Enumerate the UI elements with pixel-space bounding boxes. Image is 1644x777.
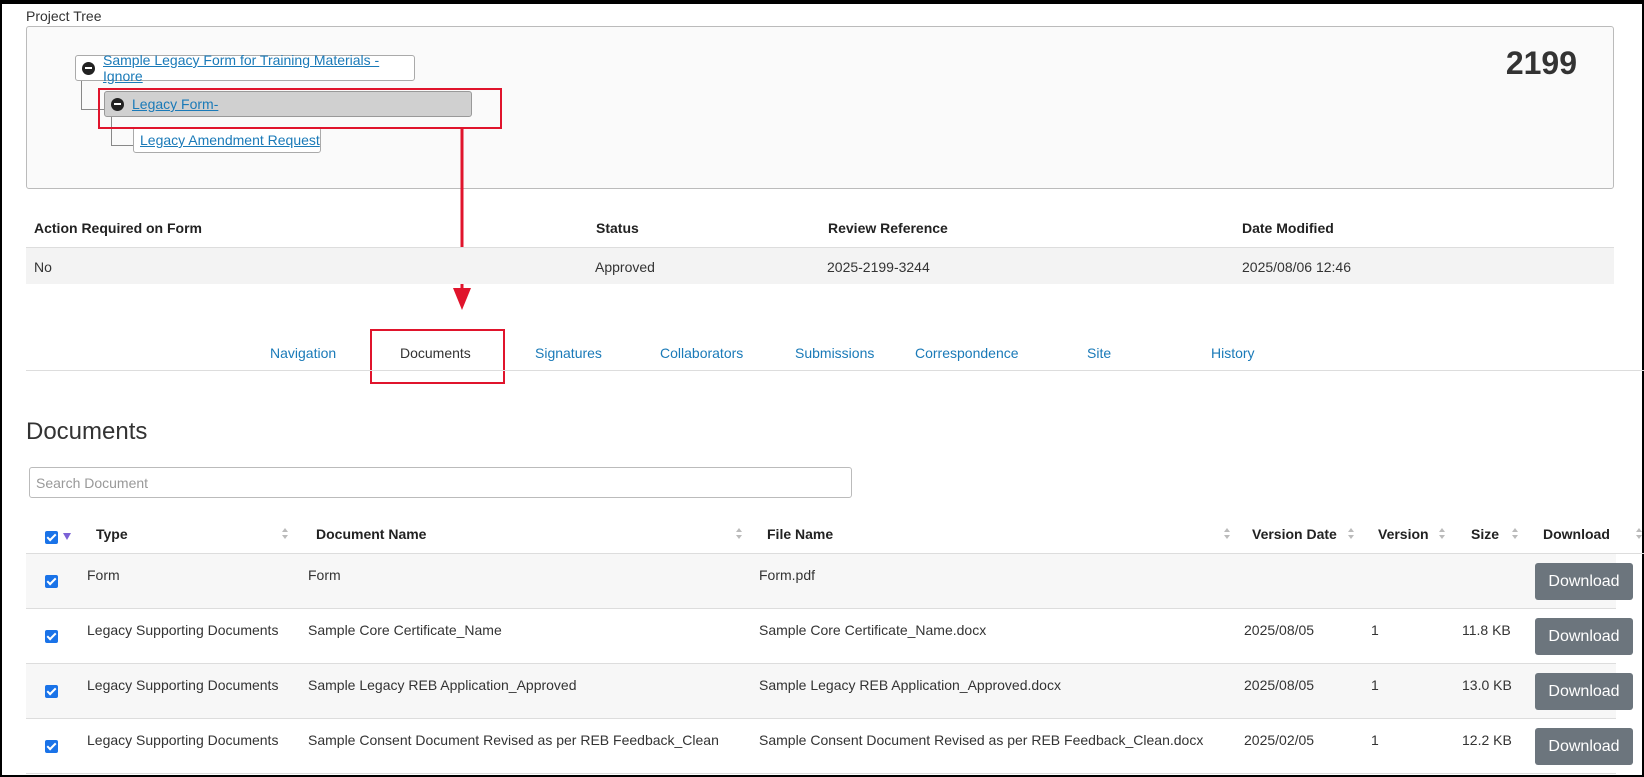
tab-site[interactable]: Site bbox=[1087, 345, 1111, 361]
search-document-input[interactable] bbox=[29, 467, 852, 498]
tree-node-amendment[interactable]: Legacy Amendment Request bbox=[133, 127, 321, 153]
tabs-divider bbox=[26, 370, 1644, 371]
document-name-cell: Sample Core Certificate_Name bbox=[308, 622, 502, 638]
date-modified-value: 2025/08/06 12:46 bbox=[1242, 259, 1351, 275]
column-header-size[interactable]: Size bbox=[1471, 526, 1499, 542]
file-name-cell: Sample Core Certificate_Name.docx bbox=[759, 622, 987, 638]
type-cell: Form bbox=[87, 567, 120, 583]
review-reference-value: 2025-2199-3244 bbox=[827, 259, 930, 275]
table-row: Form Form Form.pdf Download bbox=[26, 554, 1633, 609]
table-row: Legacy Supporting Documents Sample Conse… bbox=[26, 719, 1633, 774]
info-row: No Approved 2025-2199-3244 2025/08/06 12… bbox=[26, 247, 1614, 284]
table-row: Legacy Supporting Documents Sample Legac… bbox=[26, 664, 1633, 719]
column-header-download: Download bbox=[1543, 526, 1610, 542]
column-header-version-date[interactable]: Version Date bbox=[1252, 526, 1337, 542]
sort-icon[interactable] bbox=[1348, 528, 1354, 540]
size-cell: 12.2 KB bbox=[1462, 732, 1512, 748]
document-name-cell: Sample Legacy REB Application_Approved bbox=[308, 677, 577, 693]
size-cell: 11.8 KB bbox=[1462, 622, 1511, 638]
row-checkbox[interactable] bbox=[45, 740, 58, 753]
highlight-box-tree-node bbox=[98, 88, 502, 129]
file-name-cell: Sample Legacy REB Application_Approved.d… bbox=[759, 677, 1061, 693]
action-required-value: No bbox=[34, 259, 52, 275]
sort-icon[interactable] bbox=[1439, 528, 1445, 540]
size-cell: 13.0 KB bbox=[1462, 677, 1512, 693]
column-header: Date Modified bbox=[1242, 220, 1334, 236]
column-header-file-name[interactable]: File Name bbox=[767, 526, 833, 542]
row-checkbox[interactable] bbox=[45, 685, 58, 698]
file-name-cell: Sample Consent Document Revised as per R… bbox=[759, 732, 1204, 748]
tab-signatures[interactable]: Signatures bbox=[535, 345, 602, 361]
download-button[interactable]: Download bbox=[1535, 728, 1633, 765]
version-date-cell: 2025/08/05 bbox=[1244, 677, 1315, 693]
tab-documents[interactable]: Documents bbox=[400, 345, 471, 361]
version-date-cell: 2025/08/05 bbox=[1244, 622, 1315, 638]
column-header: Review Reference bbox=[828, 220, 948, 236]
tab-submissions[interactable]: Submissions bbox=[795, 345, 874, 361]
tab-navigation[interactable]: Navigation bbox=[270, 345, 336, 361]
version-date-cell: 2025/02/05 bbox=[1244, 732, 1315, 748]
download-button[interactable]: Download bbox=[1535, 563, 1633, 600]
tree-node-link[interactable]: Legacy Amendment Request bbox=[140, 132, 320, 148]
version-cell: 1 bbox=[1371, 622, 1379, 638]
window-top-border bbox=[0, 0, 1644, 4]
sort-icon[interactable] bbox=[1512, 528, 1518, 540]
sort-icon[interactable] bbox=[736, 528, 742, 540]
type-cell: Legacy Supporting Documents bbox=[87, 677, 279, 693]
column-header: Status bbox=[596, 220, 639, 236]
column-header-document-name[interactable]: Document Name bbox=[316, 526, 426, 542]
version-cell: 1 bbox=[1371, 732, 1379, 748]
tab-history[interactable]: History bbox=[1211, 345, 1255, 361]
project-number: 2199 bbox=[1505, 45, 1577, 81]
column-header-type[interactable]: Type bbox=[96, 526, 128, 542]
file-name-cell: Form.pdf bbox=[759, 567, 816, 583]
row-checkbox[interactable] bbox=[45, 575, 58, 588]
version-cell: 1 bbox=[1371, 677, 1379, 693]
row-checkbox[interactable] bbox=[45, 630, 58, 643]
collapse-icon[interactable] bbox=[82, 61, 95, 75]
documents-title: Documents bbox=[26, 418, 148, 445]
tree-node-project[interactable]: Sample Legacy Form for Training Material… bbox=[75, 52, 415, 84]
tab-correspondence[interactable]: Correspondence bbox=[915, 345, 1019, 361]
column-header: Action Required on Form bbox=[34, 220, 202, 236]
tab-collaborators[interactable]: Collaborators bbox=[660, 345, 743, 361]
download-button[interactable]: Download bbox=[1535, 618, 1633, 655]
sort-icon[interactable] bbox=[282, 528, 288, 540]
document-name-cell: Sample Consent Document Revised as per R… bbox=[308, 732, 719, 748]
sort-icon[interactable] bbox=[1224, 528, 1230, 540]
sort-icon[interactable] bbox=[1636, 528, 1642, 540]
column-header-version[interactable]: Version bbox=[1378, 526, 1429, 542]
project-tree-title: Project Tree bbox=[26, 8, 102, 24]
table-row: Legacy Supporting Documents Sample Core … bbox=[26, 609, 1633, 664]
sort-down-icon[interactable] bbox=[63, 533, 71, 540]
tree-node-link[interactable]: Sample Legacy Form for Training Material… bbox=[103, 52, 414, 84]
select-all-checkbox[interactable] bbox=[45, 531, 58, 544]
document-name-cell: Form bbox=[308, 567, 341, 583]
status-value: Approved bbox=[595, 259, 655, 275]
annotation-arrow bbox=[453, 128, 471, 310]
type-cell: Legacy Supporting Documents bbox=[87, 622, 279, 638]
type-cell: Legacy Supporting Documents bbox=[87, 732, 279, 748]
download-button[interactable]: Download bbox=[1535, 673, 1633, 710]
